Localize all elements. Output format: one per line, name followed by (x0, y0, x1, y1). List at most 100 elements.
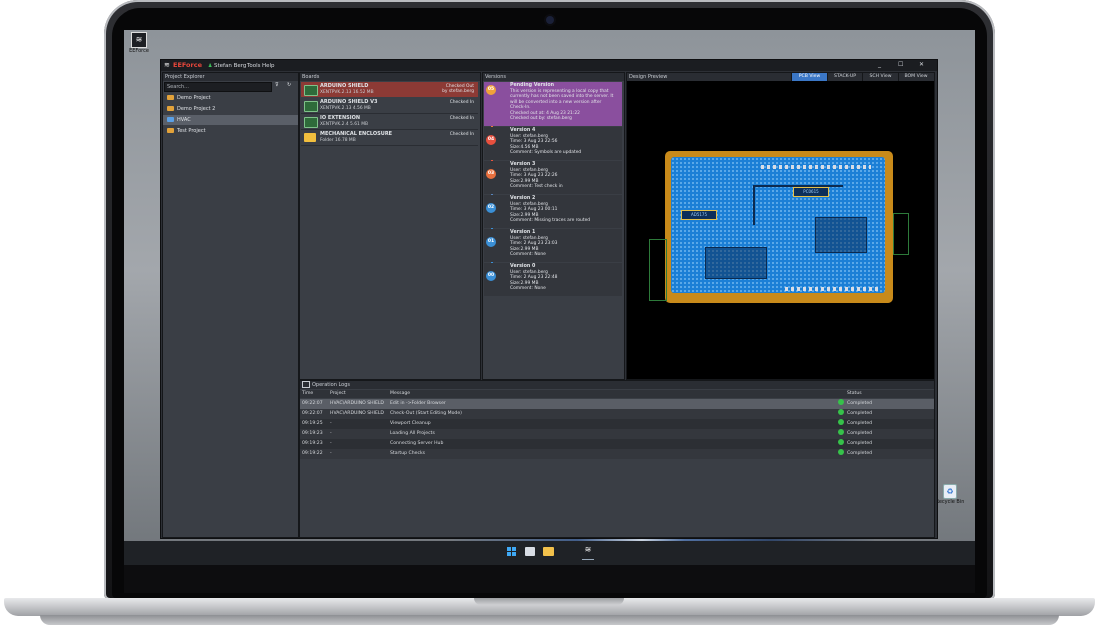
version-title: Version 2 (510, 196, 536, 201)
start-button[interactable] (507, 547, 517, 557)
log-status: Completed (847, 411, 873, 416)
close-button[interactable]: ✕ (919, 61, 924, 68)
laptop-notch (474, 598, 624, 605)
menu-tools[interactable]: Tools (247, 63, 261, 69)
app-logo-text: EEForce (173, 61, 202, 69)
version-item[interactable]: 04 Version 4 User: stefan.berg Time: 3 Aug… (484, 127, 622, 160)
boards-header: Boards (300, 73, 480, 81)
project-name: HVAC (177, 117, 191, 123)
col-message[interactable]: Message (390, 390, 410, 398)
minimize-button[interactable]: _ (878, 61, 881, 68)
search-placeholder: Search... (167, 84, 189, 90)
version-item[interactable]: 00 Version 0 User: stefan.berg Time: 2 Aug… (484, 263, 622, 296)
tab-pcb-view[interactable]: PCB View (791, 73, 827, 81)
pcb-board-icon (304, 117, 318, 128)
log-time: 09:22:07 (302, 411, 323, 416)
board-subtitle: XENTPVK.2.4 5.61 MB (320, 122, 369, 127)
version-details: User: stefan.berg Time: 3 Aug 23 22:56 S… (510, 134, 582, 156)
task-view-icon[interactable] (525, 547, 535, 556)
board-item[interactable]: ARDUINO SHIELD XENTPVK.2.13 16.52 MB Check… (301, 82, 478, 97)
pcb-header-pins-bottom (785, 287, 881, 291)
pcb-trace (753, 185, 843, 187)
log-time: 09:22:07 (302, 401, 323, 406)
version-title: Pending Version (510, 83, 555, 88)
tab-stack-up[interactable]: STACK-UP (826, 73, 863, 81)
log-project: HVAC\ARDUINO SHIELD (330, 411, 384, 416)
check-circle-icon (838, 419, 844, 425)
project-item[interactable]: Test Project (163, 126, 298, 136)
tab-sch-view[interactable]: SCH View (862, 73, 898, 81)
col-project[interactable]: Project (330, 390, 346, 398)
col-status[interactable]: Status (847, 390, 862, 398)
project-item[interactable]: Demo Project 2 (163, 104, 298, 114)
log-status: Completed (847, 441, 873, 446)
pcb-header-pins-top (761, 165, 871, 169)
log-row[interactable]: 09:22:07 HVAC\ARDUINO SHIELD Edit in ->Fol… (300, 399, 934, 409)
log-project: HVAC\ARDUINO SHIELD (330, 401, 384, 406)
version-item[interactable]: 01 Version 1 User: stefan.berg Time: 2 Aug… (484, 229, 622, 262)
board-name: ARDUINO SHIELD V3 (320, 99, 378, 105)
tab-bom-view[interactable]: BOM View (897, 73, 934, 81)
version-badge: 04 (486, 135, 496, 145)
pcb-side-outline-left (649, 239, 667, 301)
maximize-button[interactable]: ☐ (898, 61, 903, 68)
versions-header: Versions (483, 73, 624, 81)
version-item[interactable]: 03 Version 3 User: stefan.berg Time: 3 Aug… (484, 161, 622, 194)
board-name: ARDUINO SHIELD (320, 83, 369, 89)
log-row[interactable]: 09:19:23 - Loading All Projects Completed (300, 429, 934, 439)
board-item[interactable]: MECHANICAL ENCLOSURE Folder 16.78 MB Check… (301, 130, 478, 146)
version-item[interactable]: 02 Version 2 User: stefan.berg Time: 3 Aug… (484, 195, 622, 228)
eeforce-taskbar-icon[interactable]: ≋ (582, 545, 594, 560)
version-details: User: stefan.berg Time: 3 Aug 23 22:26 S… (510, 168, 563, 190)
search-input[interactable]: Search... (164, 82, 272, 92)
logs-header: Operation Logs (300, 381, 934, 389)
file-explorer-icon[interactable] (543, 547, 554, 556)
desktop-app-shortcut[interactable]: ≋ EEForce (128, 32, 150, 54)
log-row[interactable]: 09:19:22 - Startup Checks Completed (300, 449, 934, 459)
version-details: This version is representing a local cop… (510, 89, 614, 122)
version-details: User: stefan.berg Time: 3 Aug 23 00:11 S… (510, 202, 591, 224)
version-title: Version 1 (510, 230, 536, 235)
operation-logs-panel: Operation Logs Time Project Message Stat… (299, 380, 935, 538)
pcb-outline: AD5175 PC0615 (665, 151, 893, 303)
laptop-base-bottom (40, 615, 1059, 625)
board-subtitle: Folder 16.78 MB (320, 138, 356, 143)
col-time[interactable]: Time (302, 390, 313, 398)
folder-icon (167, 106, 174, 111)
project-explorer-header: Project Explorer (163, 73, 298, 81)
version-badge: 03 (486, 169, 496, 179)
log-status: Completed (847, 401, 873, 406)
log-row[interactable]: 09:19:23 - Connecting Server Hub Completed (300, 439, 934, 449)
menu-user[interactable]: Stefan Berg (214, 63, 246, 69)
refresh-icon[interactable]: ↻ (287, 82, 291, 88)
preview-tabs: PCB View STACK-UP SCH View BOM View (791, 73, 934, 81)
folder-icon (167, 95, 174, 100)
design-preview-panel: Design Preview PCB View STACK-UP SCH View B… (626, 72, 935, 380)
check-circle-icon (838, 429, 844, 435)
board-subtitle: XENTPVK.2.13 4.56 MB (320, 106, 371, 111)
menu-help[interactable]: Help (262, 63, 275, 69)
log-message: Viewport Cleanup (390, 421, 431, 426)
log-status: Completed (847, 431, 873, 436)
pcb-ic-footprint (815, 217, 867, 253)
filter-icon[interactable]: ⊽ (275, 82, 279, 88)
board-item[interactable]: ARDUINO SHIELD V3 XENTPVK.2.13 4.56 MB Che… (301, 98, 478, 114)
log-project: - (330, 421, 332, 426)
project-item[interactable]: HVAC (163, 115, 298, 125)
log-row[interactable]: 09:19:25 - Viewport Cleanup Completed (300, 419, 934, 429)
version-item[interactable]: 05 Pending Version This version is represe… (484, 82, 622, 126)
version-title: Version 3 (510, 162, 536, 167)
log-row[interactable]: 09:22:07 HVAC\ARDUINO SHIELD Check-Out (St… (300, 409, 934, 419)
version-badge: 05 (486, 85, 496, 95)
board-status: Checked In (449, 100, 474, 105)
taskbar: ≋ (124, 541, 975, 565)
app-logo-icon: ≋ (164, 61, 170, 69)
project-explorer-panel: Project Explorer Search... ⊽ ↻ Demo Proj… (162, 72, 299, 538)
check-circle-icon (838, 449, 844, 455)
board-item[interactable]: IO EXTENSION XENTPVK.2.4 5.61 MB Checked I… (301, 114, 478, 130)
pcb-trace (753, 185, 755, 225)
board-status: Checked Out by stefan.berg (442, 84, 474, 94)
project-item[interactable]: Demo Project (163, 93, 298, 103)
recycle-bin-icon: ♻ (943, 484, 957, 499)
user-icon: ♟ (208, 62, 213, 69)
